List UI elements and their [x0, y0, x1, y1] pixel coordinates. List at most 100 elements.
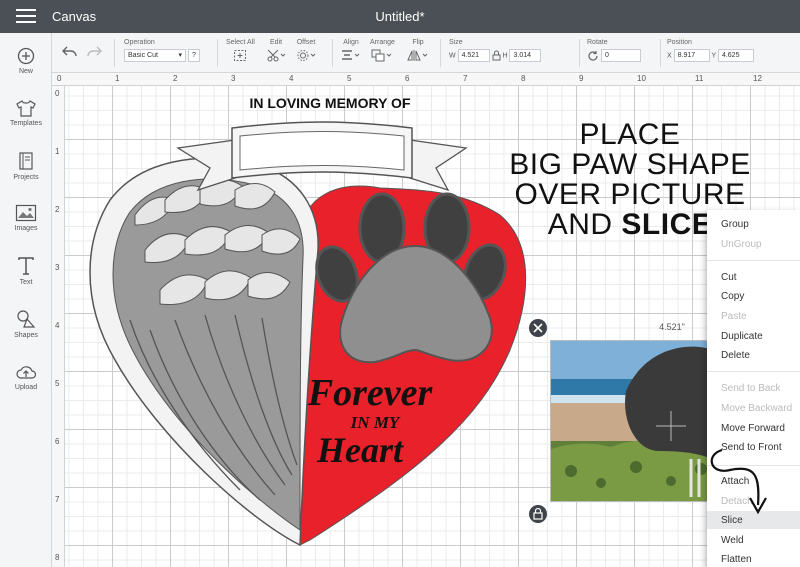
- context-menu-item-move-backward: Move Backward: [721, 403, 793, 414]
- edit-label: Edit: [269, 39, 283, 46]
- ruler-top-tick-label: 11: [695, 74, 704, 83]
- ruler-left-tick-label: 8: [55, 553, 60, 562]
- context-menu-item-cut[interactable]: Cut: [721, 272, 737, 283]
- ruler-left-tick-label: 2: [55, 205, 60, 214]
- banner-text: IN LOVING MEMORY OF: [249, 95, 410, 111]
- ruler-left-tick-label: 3: [55, 263, 60, 272]
- caption-line-1: PLACE: [579, 118, 681, 151]
- selection-lock-icon[interactable]: [529, 505, 547, 523]
- context-menu-item-delete[interactable]: Delete: [721, 350, 750, 361]
- size-label: Size: [449, 39, 463, 46]
- sidebar-item-label: New: [18, 68, 33, 75]
- undo-icon[interactable]: [62, 45, 78, 59]
- operation-help-button[interactable]: ?: [187, 49, 200, 62]
- ruler-top-tick-label: 12: [753, 74, 762, 83]
- selection-width-readout: 4.521": [659, 322, 685, 332]
- rotate-input[interactable]: 0: [600, 49, 641, 62]
- context-menu-item-copy[interactable]: Copy: [721, 291, 744, 302]
- context-menu-item-duplicate[interactable]: Duplicate: [721, 331, 763, 342]
- position-x-input[interactable]: 8.917: [673, 49, 710, 62]
- scissors-icon: [267, 49, 286, 62]
- operation-select[interactable]: Basic Cut ▾: [124, 49, 186, 62]
- context-menu-item-ungroup: UnGroup: [721, 239, 762, 250]
- redo-icon[interactable]: [86, 45, 102, 59]
- size-w-label: W: [449, 52, 456, 60]
- context-menu-item-weld[interactable]: Weld: [721, 535, 744, 546]
- caption-line-4-prefix: AND: [547, 208, 622, 241]
- ruler-left-tick-label: 4: [55, 321, 60, 330]
- sidebar-item-text[interactable]: Text: [0, 256, 52, 286]
- document-title: Untitled*: [375, 9, 425, 24]
- selection-close-icon[interactable]: [529, 319, 547, 337]
- sidebar-item-images[interactable]: Images: [0, 204, 52, 232]
- script-line-heart: Heart: [316, 430, 404, 470]
- arrange-label: Arrange: [370, 39, 395, 46]
- flip-icon: [407, 50, 428, 61]
- context-menu-item-flatten[interactable]: Flatten: [721, 554, 752, 565]
- edit-button[interactable]: Edit: [266, 39, 286, 64]
- sidebar-item-shapes[interactable]: Shapes: [0, 309, 52, 339]
- context-menu-divider: [707, 371, 800, 372]
- caption-line-3: OVER PICTURE: [514, 178, 746, 211]
- position-group: Position X 8.917 Y 4.625: [667, 39, 754, 62]
- context-menu-divider: [707, 260, 800, 261]
- rotate-icon: [588, 50, 598, 61]
- arrange-button[interactable]: Arrange: [370, 39, 395, 64]
- ruler-top-tick-label: 1: [115, 74, 120, 83]
- ruler-top-tick-label: 5: [347, 74, 352, 83]
- size-h-label: H: [502, 52, 508, 60]
- caption-line-4-bold: SLICE: [621, 208, 713, 241]
- context-menu-item-send-to-back: Send to Back: [721, 383, 781, 394]
- text-t-icon: [18, 257, 34, 275]
- ruler-top-tick-label: 9: [579, 74, 584, 83]
- size-height-input[interactable]: 3.014: [509, 49, 542, 62]
- context-menu-item-group[interactable]: Group: [721, 219, 749, 230]
- sidebar-item-projects[interactable]: Projects: [0, 151, 52, 181]
- beach-photo[interactable]: [550, 340, 715, 502]
- flip-label: Flip: [412, 39, 424, 46]
- align-button[interactable]: Align: [341, 39, 361, 64]
- select-all-button[interactable]: Select All: [226, 39, 255, 64]
- ruler-top-tick-label: 7: [463, 74, 468, 83]
- sidebar-item-label: Shapes: [14, 332, 38, 339]
- context-menu-item-move-forward[interactable]: Move Forward: [721, 423, 785, 434]
- context-menu-item-paste: Paste: [721, 311, 747, 322]
- size-width-input[interactable]: 4.521: [457, 49, 490, 62]
- ruler-left-tick-label: 0: [55, 89, 60, 98]
- operation-group: Operation Basic Cut ▾ ?: [124, 39, 200, 62]
- shirt-icon: [16, 100, 36, 117]
- sidebar-item-label: Upload: [14, 384, 38, 391]
- ruler-top-tick-label: 2: [173, 74, 178, 83]
- position-y-label: Y: [711, 52, 716, 60]
- flip-button[interactable]: Flip: [407, 39, 429, 64]
- operation-value: Basic Cut: [128, 52, 158, 59]
- sidebar-item-label: Images: [14, 225, 38, 232]
- ruler-top-tick-label: 8: [521, 74, 526, 83]
- edit-toolbar: Operation Basic Cut ▾ ? Select All Edit O…: [52, 33, 800, 73]
- lock-icon[interactable]: [492, 50, 501, 61]
- position-x-label: X: [667, 52, 672, 60]
- script-line-forever: Forever: [307, 372, 434, 414]
- ruler-top-tick-label: 3: [231, 74, 236, 83]
- title-bar: Canvas Untitled*: [0, 0, 800, 33]
- left-design-panel: New Templates Projects Images Text Shape…: [0, 33, 52, 567]
- offset-button[interactable]: Offset: [296, 39, 316, 64]
- caption-line-2: BIG PAW SHAPE: [509, 148, 751, 181]
- sidebar-item-templates[interactable]: Templates: [0, 99, 52, 127]
- ruler-left-tick-label: 6: [55, 437, 60, 446]
- sidebar-item-new[interactable]: New: [0, 47, 52, 75]
- shapes-icon: [17, 310, 36, 328]
- position-y-input[interactable]: 4.625: [717, 49, 754, 62]
- sidebar-item-label: Projects: [13, 174, 39, 181]
- sidebar-item-upload[interactable]: Upload: [0, 363, 52, 391]
- beach-photo-image: [551, 341, 714, 501]
- align-icon: [342, 50, 360, 60]
- position-label: Position: [667, 39, 692, 46]
- ruler-top-tick-label: 4: [289, 74, 294, 83]
- ruler-left: 0 1 2 3 4 5 6 7 8: [52, 86, 65, 567]
- ruler-left-tick-label: 1: [55, 147, 60, 156]
- ruler-top-tick-label: 10: [637, 74, 646, 83]
- book-icon: [19, 152, 33, 170]
- curved-arrow-icon: [710, 448, 767, 515]
- plus-circle-icon: [17, 47, 35, 65]
